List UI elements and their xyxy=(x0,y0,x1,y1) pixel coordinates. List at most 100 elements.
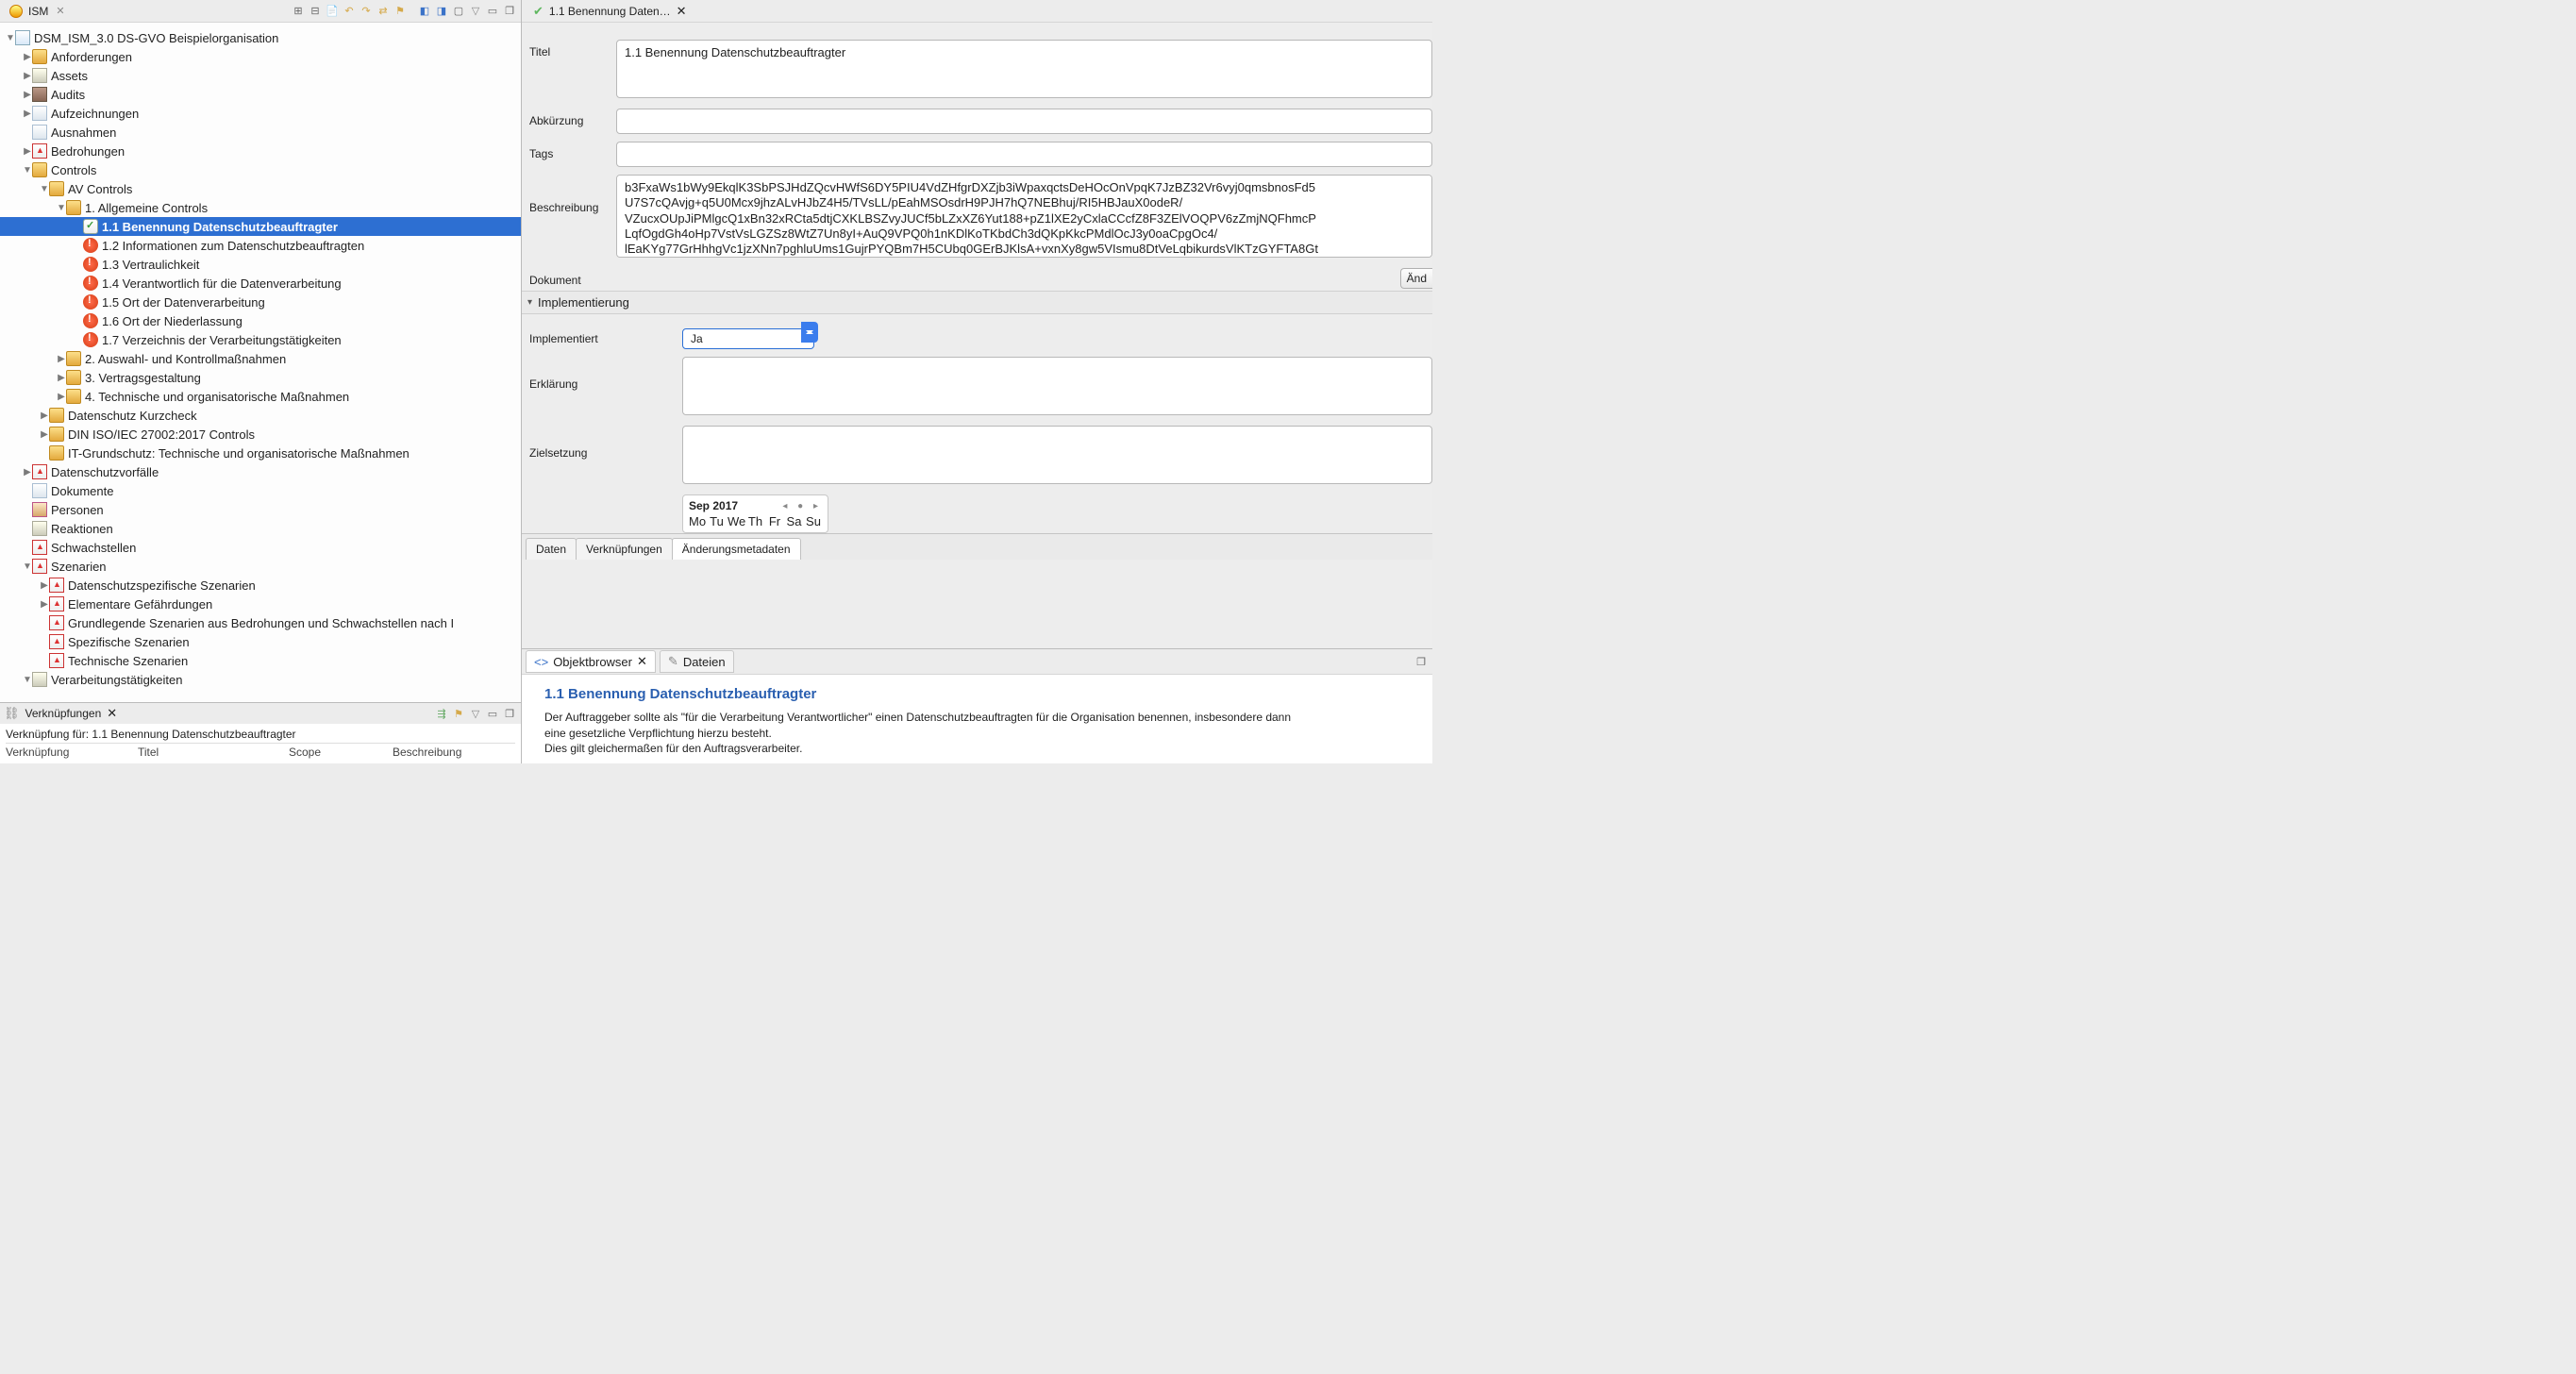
tab-verknupfungen[interactable]: Verknüpfungen xyxy=(576,538,673,560)
tree-row[interactable]: 1.7 Verzeichnis der Verarbeitungstätigke… xyxy=(0,330,521,349)
tree-row[interactable]: ▶2. Auswahl- und Kontrollmaßnahmen xyxy=(0,349,521,368)
tree-row[interactable]: ▼Szenarien xyxy=(0,557,521,576)
tree-row[interactable]: ▶4. Technische und organisatorische Maßn… xyxy=(0,387,521,406)
twist-open-icon[interactable]: ▼ xyxy=(23,165,32,176)
besch-input[interactable]: b3FxaWs1bWy9EkqlK3SbPSJHdZQcvHWfS6DY5PIU… xyxy=(616,175,1432,258)
links-tab-label[interactable]: Verknüpfungen xyxy=(25,707,102,720)
twist-open-icon[interactable]: ▼ xyxy=(6,33,15,43)
tree-row[interactable]: 1.3 Vertraulichkeit xyxy=(0,255,521,274)
tree-row[interactable]: ▼AV Controls xyxy=(0,179,521,198)
close-icon[interactable]: ✕ xyxy=(637,654,647,669)
close-icon[interactable]: ✕ xyxy=(56,5,64,17)
abk-input[interactable] xyxy=(616,109,1432,134)
tab-dateien[interactable]: ✎ Dateien xyxy=(660,650,734,673)
export-icon[interactable]: ◨ xyxy=(434,4,449,19)
tree-row[interactable]: ▶Assets xyxy=(0,66,521,85)
twist-open-icon[interactable]: ▼ xyxy=(40,184,49,194)
ism-tree[interactable]: ▼DSM_ISM_3.0 DS-GVO Beispielorganisation… xyxy=(0,23,521,702)
tree-row[interactable]: Reaktionen xyxy=(0,519,521,538)
twist-open-icon[interactable]: ▼ xyxy=(23,561,32,572)
twist-closed-icon[interactable]: ▶ xyxy=(40,580,49,591)
redo-icon[interactable]: ↷ xyxy=(359,4,374,19)
twist-closed-icon[interactable]: ▶ xyxy=(23,109,32,119)
twist-closed-icon[interactable]: ▶ xyxy=(23,52,32,62)
tree-row[interactable]: Personen xyxy=(0,500,521,519)
col-verknupfung[interactable]: Verknüpfung xyxy=(6,746,138,759)
twist-closed-icon[interactable]: ▶ xyxy=(40,429,49,440)
view-menu-icon[interactable]: ▽ xyxy=(468,706,483,721)
tree-row[interactable]: ▼Controls xyxy=(0,160,521,179)
sort-icon[interactable]: ⇄ xyxy=(376,4,391,19)
tree-row[interactable]: ▼1. Allgemeine Controls xyxy=(0,198,521,217)
tree-row[interactable]: ▶Datenschutzspezifische Szenarien xyxy=(0,576,521,595)
twist-open-icon[interactable]: ▼ xyxy=(57,203,66,213)
twist-closed-icon[interactable]: ▶ xyxy=(23,467,32,478)
tab-objektbrowser[interactable]: <> Objektbrowser ✕ xyxy=(526,650,656,673)
tree-row[interactable]: Technische Szenarien xyxy=(0,651,521,670)
tab-daten[interactable]: Daten xyxy=(526,538,577,560)
editor-tab[interactable]: ✔ 1.1 Benennung Daten… ✕ xyxy=(526,2,694,21)
tree-row[interactable]: IT-Grundschutz: Technische und organisat… xyxy=(0,444,521,462)
col-beschreibung[interactable]: Beschreibung xyxy=(393,746,461,759)
twist-closed-icon[interactable]: ▶ xyxy=(40,599,49,610)
ism-tab[interactable]: ISM ✕ xyxy=(4,3,71,20)
tree-row[interactable]: ▶Anforderungen xyxy=(0,47,521,66)
twist-closed-icon[interactable]: ▶ xyxy=(23,71,32,81)
twist-open-icon[interactable]: ▼ xyxy=(23,675,32,685)
twist-closed-icon[interactable]: ▶ xyxy=(40,411,49,421)
maximize-icon[interactable]: ❐ xyxy=(502,4,517,19)
tree-row[interactable]: Grundlegende Szenarien aus Bedrohungen u… xyxy=(0,613,521,632)
titel-input[interactable]: 1.1 Benennung Datenschutzbeauftragter xyxy=(616,40,1432,98)
erkl-input[interactable] xyxy=(682,357,1432,415)
twist-closed-icon[interactable]: ▶ xyxy=(57,392,66,402)
close-icon[interactable]: ✕ xyxy=(107,706,117,721)
filter-icon[interactable]: ⚑ xyxy=(393,4,408,19)
tree-row[interactable]: ▼DSM_ISM_3.0 DS-GVO Beispielorganisation xyxy=(0,28,521,47)
tree-row[interactable]: Dokumente xyxy=(0,481,521,500)
tree-row[interactable]: 1.1 Benennung Datenschutzbeauftragter xyxy=(0,217,521,236)
collapse-all-icon[interactable]: ⊟ xyxy=(308,4,323,19)
impl-section-header[interactable]: ▾ Implementierung xyxy=(522,291,1432,314)
box-icon[interactable]: ▢ xyxy=(451,4,466,19)
tree-row[interactable]: ▶3. Vertragsgestaltung xyxy=(0,368,521,387)
tree-row[interactable]: Spezifische Szenarien xyxy=(0,632,521,651)
tree-row[interactable]: Schwachstellen xyxy=(0,538,521,557)
col-scope[interactable]: Scope xyxy=(289,746,393,759)
tree-row[interactable]: ▶Elementare Gefährdungen xyxy=(0,595,521,613)
tree-row[interactable]: ▶Datenschutz Kurzcheck xyxy=(0,406,521,425)
minimize-icon[interactable]: ▭ xyxy=(485,706,500,721)
twist-closed-icon[interactable]: ▶ xyxy=(23,146,32,157)
twist-closed-icon[interactable]: ▶ xyxy=(57,373,66,383)
tree-row[interactable]: ▼Verarbeitungstätigkeiten xyxy=(0,670,521,689)
tree-row[interactable]: ▶Audits xyxy=(0,85,521,104)
calendar[interactable]: Sep 2017 ◂ ● ▸ MoTuWeThFrSaSu xyxy=(682,494,828,533)
tree-row[interactable]: 1.6 Ort der Niederlassung xyxy=(0,311,521,330)
tree-row[interactable]: 1.5 Ort der Datenverarbeitung xyxy=(0,293,521,311)
tab-anderungsmetadaten[interactable]: Änderungsmetadaten xyxy=(672,538,801,560)
tree-row[interactable]: ▶Bedrohungen xyxy=(0,142,521,160)
tree-row[interactable]: ▶DIN ISO/IEC 27002:2017 Controls xyxy=(0,425,521,444)
tree-row[interactable]: 1.2 Informationen zum Datenschutzbeauftr… xyxy=(0,236,521,255)
tree-row[interactable]: ▶Datenschutzvorfälle xyxy=(0,462,521,481)
twist-closed-icon[interactable]: ▶ xyxy=(57,354,66,364)
ziel-input[interactable] xyxy=(682,426,1432,484)
link-icon[interactable]: ◧ xyxy=(417,4,432,19)
tree-row[interactable]: ▶Aufzeichnungen xyxy=(0,104,521,123)
view-menu-icon[interactable]: ▽ xyxy=(468,4,483,19)
cal-nav[interactable]: ◂ ● ▸ xyxy=(782,501,822,511)
copy-icon[interactable]: 📄 xyxy=(325,4,340,19)
undo-icon[interactable]: ↶ xyxy=(342,4,357,19)
tags-input[interactable] xyxy=(616,142,1432,167)
tree-row[interactable]: 1.4 Verantwortlich für die Datenverarbei… xyxy=(0,274,521,293)
minimize-icon[interactable]: ▭ xyxy=(485,4,500,19)
link-filter-icon[interactable]: ⚑ xyxy=(451,706,466,721)
close-icon[interactable]: ✕ xyxy=(677,4,687,19)
link-tree-icon[interactable]: ⇶ xyxy=(434,706,449,721)
maximize-icon[interactable]: ❐ xyxy=(1413,654,1429,669)
maximize-icon[interactable]: ❐ xyxy=(502,706,517,721)
twist-closed-icon[interactable]: ▶ xyxy=(23,90,32,100)
aend-button[interactable]: Änd xyxy=(1400,268,1432,289)
impl-select[interactable]: Ja xyxy=(682,328,814,349)
col-titel[interactable]: Titel xyxy=(138,746,289,759)
tree-row[interactable]: Ausnahmen xyxy=(0,123,521,142)
